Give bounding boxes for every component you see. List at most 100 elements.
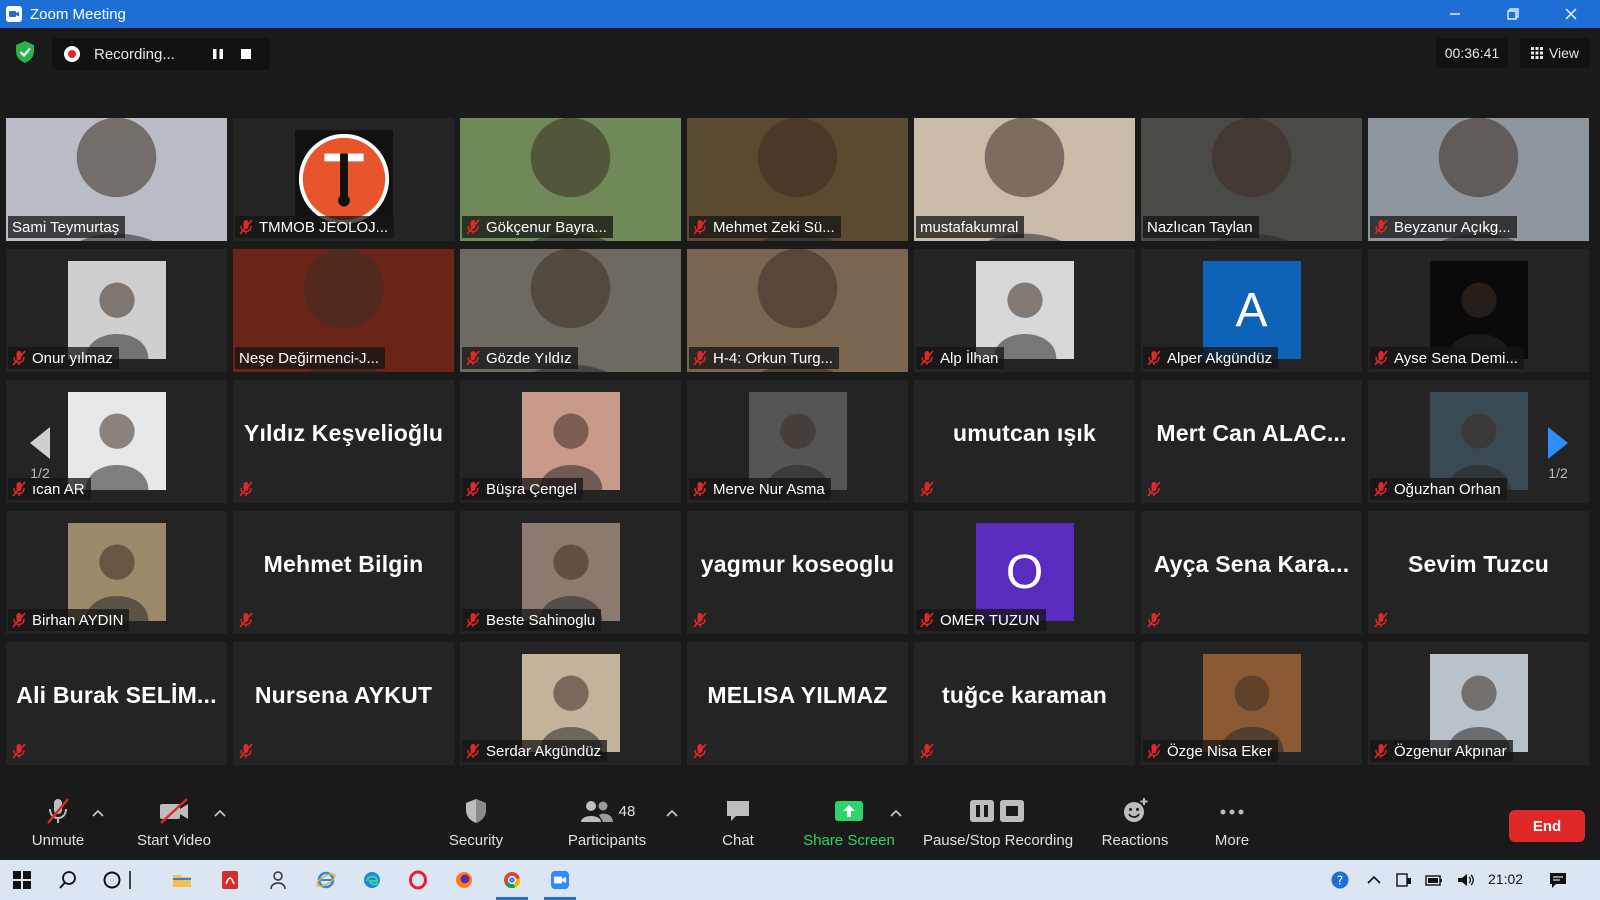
participant-tile[interactable]: umutcan ışık [914,380,1135,503]
device-icon [1396,873,1411,887]
zoom-taskbar[interactable] [542,864,578,900]
taskbar-separator [126,864,134,896]
start-video-button[interactable]: Start Video [130,790,218,854]
previous-page-button[interactable]: 1/2 [20,425,60,505]
participant-tile[interactable]: Büşra Çengel [460,380,681,503]
meeting-timer: 00:36:41 [1436,38,1508,68]
participant-tile[interactable]: Mehmet Zeki Sü... [687,118,908,241]
page-indicator-right: 1/2 [1548,465,1568,481]
participant-display-name: Ali Burak SELİM... [16,682,217,708]
participant-tile[interactable]: Yıldız Keşvelioğlu [233,380,454,503]
participant-name: Nazlıcan Taylan [1147,218,1253,236]
chevron-up-icon [92,809,104,817]
participants-options-caret[interactable] [666,804,678,817]
reactions-button[interactable]: Reactions [1094,790,1176,854]
more-button[interactable]: More [1204,790,1260,854]
participants-button[interactable]: 48 Participants [560,790,654,854]
next-page-button[interactable]: 1/2 [1538,425,1578,505]
internet-explorer-taskbar[interactable] [308,864,344,896]
unmute-button[interactable]: Unmute [22,790,94,854]
participant-name: Alp İlhan [940,349,999,367]
cortana-button[interactable] [94,864,130,896]
participant-tile[interactable]: Özge Nisa Eker [1141,642,1362,765]
participant-name: Birhan AYDIN [32,611,124,629]
restore-button[interactable] [1484,0,1542,28]
participant-tile[interactable]: Ali Burak SELİM... [6,642,227,765]
participant-avatar [1429,654,1528,752]
start-button[interactable] [4,864,40,896]
participant-tile[interactable]: Sami Teymurtaş [6,118,227,241]
video-options-caret[interactable] [214,804,226,817]
participant-tile[interactable]: Merve Nur Asma [687,380,908,503]
participant-tile[interactable]: tuğce karaman [914,642,1135,765]
participant-tile[interactable]: Gözde Yıldız [460,249,681,372]
muted-mic-icon [12,743,26,759]
participant-tile[interactable]: Alp İlhan [914,249,1135,372]
participant-tile[interactable]: Onur yılmaz [6,249,227,372]
chat-button[interactable]: Chat [704,790,772,854]
participant-tile[interactable]: yagmur koseoglu [687,511,908,634]
participant-tile[interactable]: Birhan AYDIN [6,511,227,634]
security-shield-icon [466,799,486,823]
participant-tile[interactable]: Gökçenur Bayra... [460,118,681,241]
battery-tray-icon[interactable] [1416,864,1452,896]
share-options-caret[interactable] [890,804,902,817]
help-tray-icon[interactable]: ? [1322,864,1358,896]
participant-gallery: Sami Teymurtaş TMMOB JEOLOJ... Gökçenur Ba… [6,118,1594,770]
participant-tile[interactable]: Beyzanur Açıkg... [1368,118,1589,241]
participant-name: Ayse Sena Demi... [1394,349,1518,367]
participant-tile[interactable]: H-4: Orkun Turg... [687,249,908,372]
taskbar-search-button[interactable] [50,864,86,896]
encryption-shield-icon[interactable] [14,40,36,64]
participant-nameplate: Neşe Değirmenci-J... [235,347,386,369]
participant-tile[interactable]: Mehmet Bilgin [233,511,454,634]
recording-status: Recording... [94,45,175,63]
participant-avatar [67,392,166,490]
security-button[interactable]: Security [438,790,514,854]
chat-bubble-icon [727,801,749,821]
participant-tile[interactable]: Ayça Sena Kara... [1141,511,1362,634]
participant-tile[interactable]: Nazlıcan Taylan [1141,118,1362,241]
participant-tile[interactable]: Mert Can ALAC... [1141,380,1362,503]
chrome-taskbar[interactable] [494,864,530,900]
participant-tile[interactable]: Nursena AYKUT [233,642,454,765]
share-screen-button[interactable]: Share Screen [800,790,898,854]
edge-taskbar[interactable] [354,864,390,896]
muted-mic-icon [239,612,253,628]
close-button[interactable] [1542,0,1600,28]
end-meeting-button[interactable]: End [1509,810,1585,842]
file-explorer-taskbar[interactable] [164,864,200,896]
acrobat-taskbar[interactable] [212,864,248,896]
participant-tile[interactable]: Neşe Değirmenci-J... [233,249,454,372]
muted-mic-icon [466,743,480,759]
muted-mic-icon [693,481,707,497]
pause-recording-button[interactable] [204,40,232,68]
participant-tile[interactable]: A Alper Akgündüz [1141,249,1362,372]
participant-tile[interactable]: MELISA YILMAZ [687,642,908,765]
firefox-taskbar[interactable] [446,864,482,896]
participant-tile[interactable]: mustafakumral [914,118,1135,241]
participant-tile[interactable]: Beste Sahinoglu [460,511,681,634]
user-figure-icon [270,871,286,890]
volume-tray-icon[interactable] [1448,864,1484,896]
participant-nameplate: Onur yılmaz [8,347,119,369]
pause-stop-recording-button[interactable]: Pause/Stop Recording [918,790,1078,854]
participant-nameplate: Serdar Akgündüz [462,740,608,762]
action-center-button[interactable] [1540,864,1576,896]
participant-initial: O [975,523,1074,621]
participant-tile[interactable]: Sevim Tuzcu [1368,511,1589,634]
stop-recording-button[interactable] [232,40,260,68]
window-controls [1426,0,1600,28]
participant-tile[interactable]: Serdar Akgündüz [460,642,681,765]
view-button[interactable]: View [1520,38,1590,68]
participant-nameplate: Büşra Çengel [462,478,583,500]
participant-tile[interactable]: Özgenur Akpınar [1368,642,1589,765]
opera-taskbar[interactable] [400,864,436,896]
participant-tile[interactable]: O OMER TUZUN [914,511,1135,634]
participant-tile[interactable]: TMMOB JEOLOJ... [233,118,454,241]
audio-options-caret[interactable] [92,804,104,817]
minimize-button[interactable] [1426,0,1484,28]
participant-tile[interactable]: Ayse Sena Demi... [1368,249,1589,372]
window-title: Zoom Meeting [30,5,126,23]
app-taskbar-figure[interactable] [260,864,296,896]
